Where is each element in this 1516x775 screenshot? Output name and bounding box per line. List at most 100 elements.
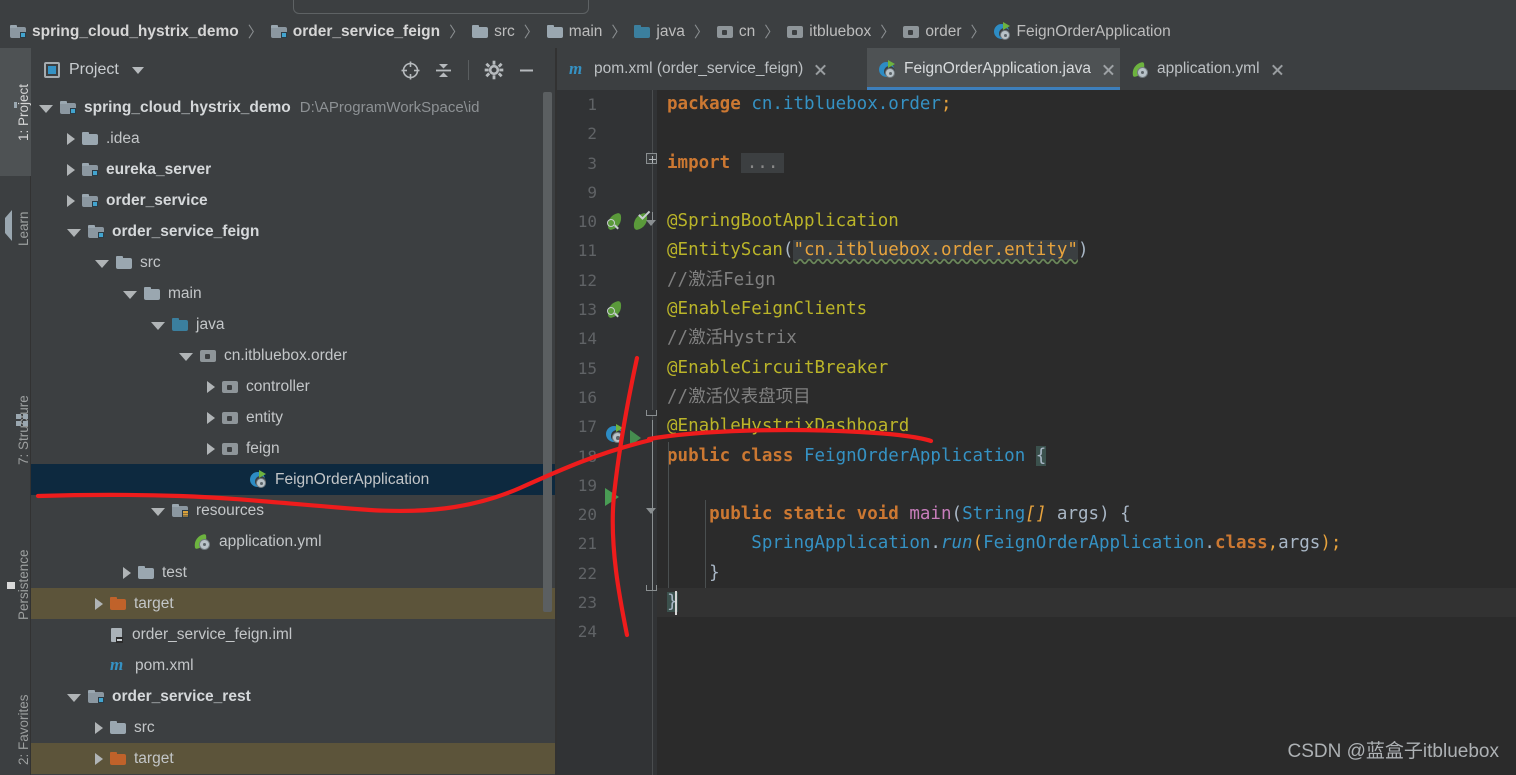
sidebar-item-favorites[interactable]: 2: Favorites — [0, 670, 31, 775]
hide-panel-icon[interactable] — [510, 55, 543, 85]
tree-node[interactable]: spring_cloud_hystrix_demo D:\AProgramWork… — [31, 92, 555, 123]
chevron-down-icon[interactable] — [95, 260, 109, 268]
code-line[interactable] — [657, 471, 1516, 500]
chevron-right-icon[interactable] — [67, 132, 75, 145]
chevron-right-icon[interactable] — [207, 442, 215, 455]
breadcrumb-item[interactable]: itbluebox — [787, 15, 871, 48]
sidebar-item-structure[interactable]: 7: Structure — [0, 366, 31, 494]
code-line[interactable] — [657, 119, 1516, 148]
code-line[interactable]: @EnableFeignClients — [657, 295, 1516, 324]
chevron-down-icon[interactable] — [67, 229, 81, 237]
sidebar-item-learn[interactable]: Learn — [0, 183, 31, 275]
code-line[interactable]: SpringApplication.run(FeignOrderApplicat… — [657, 529, 1516, 558]
breadcrumb-item[interactable]: java — [634, 15, 685, 48]
chevron-right-icon[interactable] — [95, 597, 103, 610]
tree-node[interactable]: eureka_server — [31, 154, 555, 185]
code-line[interactable]: } — [657, 559, 1516, 588]
chevron-down-icon[interactable] — [131, 66, 144, 74]
chevron-down-icon[interactable] — [151, 322, 165, 330]
spring-bean-gutter-icon[interactable] — [605, 212, 626, 231]
chevron-down-icon[interactable] — [123, 291, 137, 299]
run-application-gutter-icon[interactable] — [630, 430, 641, 446]
code-line[interactable]: } — [657, 588, 1516, 617]
code-content[interactable]: package cn.itbluebox.order; import ... @Sp… — [657, 90, 1516, 775]
tree-node[interactable]: m pom.xml — [31, 650, 555, 681]
tree-node[interactable]: target — [31, 588, 555, 619]
code-line[interactable]: @EntityScan("cn.itbluebox.order.entity") — [657, 236, 1516, 265]
fold-expand-icon[interactable] — [646, 153, 657, 164]
code-line[interactable] — [657, 617, 1516, 646]
collapse-all-icon[interactable] — [427, 55, 460, 85]
chevron-right-icon[interactable] — [95, 721, 103, 734]
chevron-down-icon[interactable] — [67, 694, 81, 702]
editor-tab[interactable]: m pom.xml (order_service_feign) — [557, 48, 867, 90]
chevron-down-icon[interactable] — [39, 105, 53, 113]
code-line[interactable]: public class FeignOrderApplication { — [657, 442, 1516, 471]
tree-node[interactable]: order_service_rest — [31, 681, 555, 712]
editor-tab[interactable]: application.yml — [1120, 48, 1315, 90]
tree-node[interactable]: controller — [31, 371, 555, 402]
tree-node[interactable]: entity — [31, 402, 555, 433]
tree-node[interactable]: java — [31, 309, 555, 340]
breadcrumb-item[interactable]: order — [903, 15, 962, 48]
tree-node[interactable]: order_service_feign.iml — [31, 619, 555, 650]
breadcrumb-item[interactable]: main — [546, 15, 602, 48]
tree-node[interactable]: resources — [31, 495, 555, 526]
code-line[interactable]: import ... — [657, 149, 1516, 178]
code-line[interactable]: public static void main(String[] args) { — [657, 500, 1516, 529]
close-icon[interactable] — [1101, 62, 1116, 77]
breadcrumb-item[interactable]: spring_cloud_hystrix_demo — [10, 15, 239, 48]
tree-node[interactable]: order_service — [31, 185, 555, 216]
fold-collapse-icon[interactable] — [646, 220, 656, 226]
chevron-right-icon[interactable] — [95, 752, 103, 765]
chevron-right-icon[interactable] — [67, 194, 75, 207]
editor-tab-label: pom.xml (order_service_feign) — [594, 60, 804, 77]
tree-node[interactable]: src — [31, 712, 555, 743]
project-tree-scrollbar[interactable] — [543, 92, 552, 612]
tree-node[interactable]: feign — [31, 433, 555, 464]
breadcrumb-item[interactable]: src — [472, 15, 515, 48]
chevron-down-icon[interactable] — [151, 508, 165, 516]
tree-node[interactable]: application.yml — [31, 526, 555, 557]
spring-feign-gutter-icon[interactable] — [605, 300, 626, 319]
tree-node[interactable]: src — [31, 247, 555, 278]
sidebar-item-persistence[interactable]: Persistence — [0, 516, 31, 654]
tree-node[interactable]: FeignOrderApplication — [31, 464, 555, 495]
settings-gear-icon[interactable] — [477, 55, 510, 85]
spring-boot-run-gutter-icon[interactable] — [606, 424, 625, 444]
code-line[interactable]: package cn.itbluebox.order; — [657, 90, 1516, 119]
chevron-down-icon[interactable] — [179, 353, 193, 361]
code-line[interactable]: //激活仪表盘项目 — [657, 383, 1516, 412]
tree-node[interactable]: target — [31, 743, 555, 774]
editor-tab[interactable]: FeignOrderApplication.java — [867, 48, 1120, 90]
tree-node[interactable]: cn.itbluebox.order — [31, 340, 555, 371]
editor-gutter[interactable]: 1 2 3 9 10 11 12 13 14 15 16 17 18 19 20 21 22 23 24 — [557, 90, 657, 775]
run-configuration-selector[interactable] — [293, 0, 589, 14]
sidebar-item-project[interactable]: 1: Project — [0, 48, 31, 176]
code-line[interactable]: @EnableCircuitBreaker — [657, 354, 1516, 383]
close-icon[interactable] — [1270, 62, 1285, 77]
breadcrumb-item[interactable]: FeignOrderApplication — [993, 15, 1171, 48]
chevron-right-icon[interactable] — [123, 566, 131, 579]
tree-node[interactable]: main — [31, 278, 555, 309]
locate-icon[interactable] — [394, 55, 427, 85]
tree-node[interactable]: .idea — [31, 123, 555, 154]
chevron-right-icon[interactable] — [207, 411, 215, 424]
fold-end-icon[interactable] — [646, 410, 657, 416]
code-line[interactable]: @EnableHystrixDashboard — [657, 412, 1516, 441]
tree-node[interactable]: test — [31, 557, 555, 588]
code-line[interactable]: //激活Feign — [657, 266, 1516, 295]
project-tree[interactable]: spring_cloud_hystrix_demo D:\AProgramWork… — [31, 92, 555, 775]
tree-node[interactable]: order_service_feign — [31, 216, 555, 247]
code-editor[interactable]: 1 2 3 9 10 11 12 13 14 15 16 17 18 19 20 21 22 23 24 — [557, 90, 1516, 775]
code-line[interactable] — [657, 178, 1516, 207]
breadcrumb-item[interactable]: order_service_feign — [270, 15, 440, 48]
code-line[interactable]: @SpringBootApplication — [657, 207, 1516, 236]
run-main-gutter-icon[interactable] — [605, 488, 619, 506]
code-line[interactable]: //激活Hystrix — [657, 324, 1516, 353]
chevron-right-icon[interactable] — [67, 163, 75, 176]
breadcrumb-item[interactable]: cn — [716, 15, 755, 48]
project-view-selector[interactable]: Project — [44, 61, 144, 79]
chevron-right-icon[interactable] — [207, 380, 215, 393]
close-icon[interactable] — [813, 62, 828, 77]
